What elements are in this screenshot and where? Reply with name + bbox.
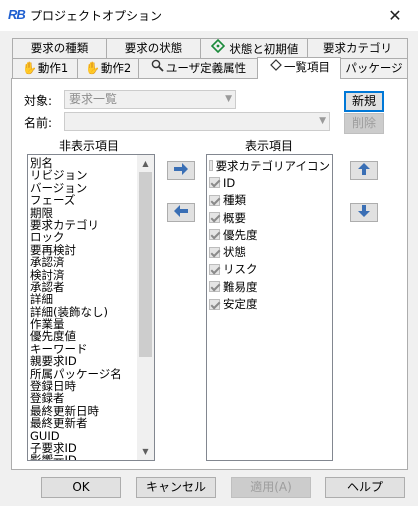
target-label: 対象: [24, 94, 53, 108]
tab-requirement-status[interactable]: 要求の状態 [106, 38, 201, 58]
tab-label: 要求の状態 [124, 41, 183, 55]
item-label: 要求カテゴリアイコン [215, 158, 330, 173]
move-right-button[interactable] [167, 161, 195, 180]
diamond-icon [268, 58, 284, 76]
item-label: ID [223, 175, 236, 190]
list-item[interactable]: フェーズ [30, 194, 136, 207]
tab-label: 状態と初期値 [229, 42, 299, 56]
tab-requirement-categories[interactable]: 要求カテゴリ [307, 38, 408, 58]
list-item[interactable]: 優先度 [209, 226, 330, 243]
tab-status-defaults[interactable]: 状態と初期値 [200, 38, 308, 58]
scroll-up-icon[interactable]: ▲ [137, 155, 154, 172]
new-button[interactable]: 新規 [344, 91, 384, 112]
item-label: 種類 [223, 193, 246, 208]
list-item[interactable]: 安定度 [209, 295, 330, 312]
arrow-down-icon [358, 204, 370, 221]
list-item[interactable]: 要求カテゴリアイコン [209, 157, 330, 174]
tab-label: 要求カテゴリ [323, 41, 392, 55]
list-item[interactable]: 最終更新者 [30, 417, 136, 430]
arrow-up-icon [358, 162, 370, 179]
tab-packages[interactable]: パッケージ [340, 58, 408, 78]
item-checkbox[interactable] [209, 246, 220, 258]
apply-button[interactable]: 適用(A) [231, 477, 311, 498]
move-up-button[interactable] [350, 161, 378, 180]
tab-label: 動作1 [37, 61, 69, 75]
item-label: 安定度 [223, 297, 258, 312]
item-checkbox[interactable] [209, 263, 220, 275]
item-checkbox[interactable] [209, 194, 220, 206]
move-down-button[interactable] [350, 203, 378, 222]
tab-behavior-2[interactable]: ✋動作2 [77, 58, 139, 78]
item-checkbox[interactable] [209, 212, 220, 224]
tab-label: ユーザ定義属性 [165, 61, 247, 75]
name-select[interactable]: ▼ [64, 112, 330, 131]
ok-button[interactable]: OK [41, 477, 121, 498]
item-checkbox[interactable] [209, 160, 213, 172]
arrow-right-icon [173, 163, 189, 178]
item-checkbox[interactable] [209, 177, 220, 189]
title-bar: RB プロジェクトオプション ✕ [0, 0, 418, 31]
cancel-button[interactable]: キャンセル [136, 477, 216, 498]
item-label: 状態 [223, 245, 246, 260]
list-item[interactable]: 承認済 [30, 256, 136, 269]
shown-list-header: 表示項目 [245, 139, 294, 153]
delete-button[interactable]: 削除 [344, 113, 384, 134]
tab-user-defined-attributes[interactable]: ユーザ定義属性 [138, 58, 258, 78]
list-item[interactable]: ID [209, 174, 330, 191]
chevron-down-icon: ▼ [225, 94, 232, 104]
list-item[interactable]: 難易度 [209, 278, 330, 295]
list-item[interactable]: リビジョン [30, 169, 136, 182]
item-checkbox[interactable] [209, 229, 220, 241]
chevron-down-icon: ▼ [319, 116, 326, 126]
list-item[interactable]: 種類 [209, 192, 330, 209]
list-item[interactable]: 優先度値 [30, 330, 136, 343]
list-item[interactable]: ロック [30, 231, 136, 244]
tab-behavior-1[interactable]: ✋動作1 [12, 58, 78, 78]
scroll-down-icon[interactable]: ▼ [137, 443, 154, 460]
close-button[interactable]: ✕ [372, 0, 418, 31]
item-checkbox[interactable] [209, 281, 220, 293]
hand-icon: ✋ [22, 61, 38, 75]
shown-items-list[interactable]: 要求カテゴリアイコン ID 種類概要優先度状態リスク難易度安定度 [206, 154, 333, 461]
magnifier-icon [150, 59, 166, 77]
tab-requirement-types[interactable]: 要求の種類 [12, 38, 107, 58]
list-item[interactable]: 影響元ID [30, 454, 136, 460]
scrollbar[interactable]: ▲ ▼ [137, 155, 154, 460]
app-logo-icon: RB [8, 7, 26, 22]
help-button[interactable]: ヘルプ [325, 477, 405, 498]
list-item[interactable]: 状態 [209, 243, 330, 260]
item-label: 難易度 [223, 279, 258, 294]
diamond-arrows-icon [210, 39, 226, 58]
item-label: リスク [223, 262, 258, 277]
list-item[interactable]: 概要 [209, 209, 330, 226]
hidden-items-list[interactable]: 別名 リビジョン バージョン フェーズ 期限 要求カテゴリ ロック 要再検討 承認済 検討済 承認者… [27, 154, 155, 461]
target-select-value: 要求一覧 [69, 92, 118, 106]
list-item[interactable]: 登録者 [30, 392, 136, 405]
tab-label: 一覧項目 [284, 60, 330, 74]
hand-icon: ✋ [85, 61, 101, 75]
name-label: 名前: [24, 116, 53, 130]
item-label: 概要 [223, 210, 246, 225]
target-select[interactable]: 要求一覧 ▼ [64, 90, 236, 109]
list-item[interactable]: リスク [209, 261, 330, 278]
item-checkbox[interactable] [209, 298, 220, 310]
list-item[interactable]: 詳細 [30, 293, 136, 306]
move-left-button[interactable] [167, 203, 195, 222]
arrow-left-icon [173, 205, 189, 220]
tab-label: 要求の種類 [30, 41, 89, 55]
list-item[interactable]: 親要求ID [30, 355, 136, 368]
tab-label: パッケージ [345, 61, 403, 75]
item-label: 優先度 [223, 227, 258, 242]
window-title: プロジェクトオプション [30, 9, 163, 23]
tab-list-items[interactable]: 一覧項目 [257, 57, 341, 79]
tab-label: 動作2 [100, 61, 132, 75]
hidden-list-header: 非表示項目 [59, 139, 120, 153]
scroll-thumb[interactable] [139, 172, 152, 357]
list-items-panel: 対象: 要求一覧 ▼ 名前: ▼ 新規 削除 非表示項目 表示項目 別名 リビジョ… [11, 78, 408, 470]
